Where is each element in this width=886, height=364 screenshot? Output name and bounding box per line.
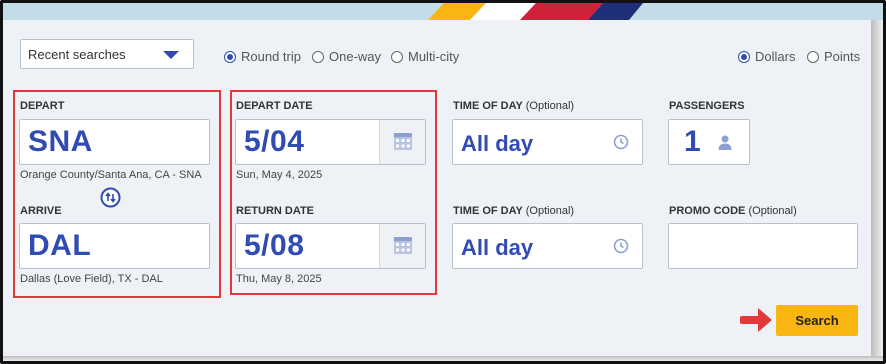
screenshot-border	[0, 0, 886, 364]
